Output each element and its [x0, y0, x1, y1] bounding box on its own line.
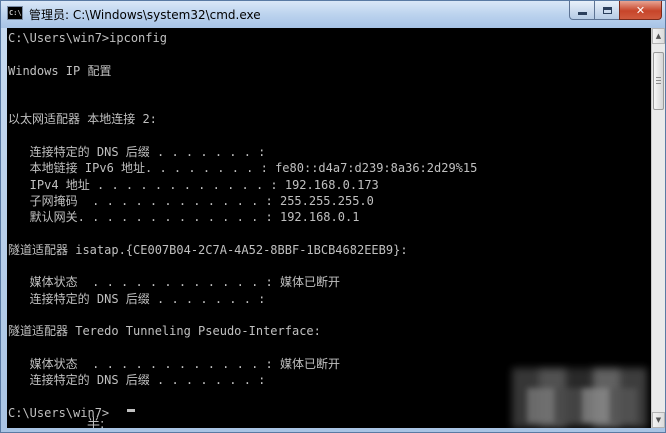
console-line: 媒体状态 . . . . . . . . . . . . : 媒体已断开 — [8, 275, 340, 290]
console-line: 隧道适配器 isatap.{CE007B04-2C7A-4A52-8BBF-1B… — [8, 242, 408, 257]
console-line: 子网掩码 . . . . . . . . . . . . : 255.255.2… — [8, 193, 374, 208]
minimize-button[interactable] — [569, 1, 595, 20]
arrow-up-icon: ▲ — [655, 32, 662, 40]
console-line: IPv4 地址 . . . . . . . . . . . . : 192.16… — [8, 177, 379, 192]
console-line: 媒体状态 . . . . . . . . . . . . : 媒体已断开 — [8, 356, 340, 371]
maximize-button[interactable] — [594, 1, 620, 20]
grip-line — [656, 83, 661, 84]
console-line: 连接特定的 DNS 后缀 . . . . . . . : — [8, 373, 266, 388]
console-line: 隧道适配器 Teredo Tunneling Pseudo-Interface: — [8, 324, 321, 339]
scroll-thumb[interactable] — [653, 52, 664, 110]
console-line: 以太网适配器 本地连接 2: — [8, 112, 157, 127]
cmd-window: C:\ 管理员: C:\Windows\system32\cmd.exe ✕ C… — [0, 0, 666, 433]
console-line: C:\Users\win7>ipconfig — [8, 31, 167, 45]
vertical-scrollbar[interactable]: ▲ ▼ — [651, 28, 665, 428]
console-line: 连接特定的 DNS 后缀 . . . . . . . : — [8, 145, 266, 160]
grip-line — [656, 80, 661, 81]
window-title: 管理员: C:\Windows\system32\cmd.exe — [29, 8, 261, 22]
grip-line — [656, 77, 661, 78]
console-line: 默认网关. . . . . . . . . . . . . : 192.168.… — [8, 210, 360, 225]
close-icon: ✕ — [635, 3, 646, 17]
scroll-up-button[interactable]: ▲ — [652, 28, 665, 44]
title-bar[interactable]: C:\ 管理员: C:\Windows\system32\cmd.exe ✕ — [1, 1, 665, 28]
ime-indicator: 半: — [87, 417, 105, 428]
console-output[interactable]: C:\Users\win7>ipconfig Windows IP 配置以太网适配… — [7, 28, 651, 428]
console-line: C:\Users\win7> — [8, 405, 110, 420]
cmd-icon[interactable]: C:\ — [7, 6, 23, 20]
console-line: Windows IP 配置 — [8, 63, 112, 78]
text-cursor — [127, 409, 135, 412]
console-line: 本地链接 IPv6 地址. . . . . . . . : fe80::d4a7… — [8, 161, 478, 176]
arrow-down-icon: ▼ — [655, 416, 662, 424]
close-button[interactable]: ✕ — [619, 1, 662, 20]
redacted-region-overlay — [527, 388, 637, 423]
console-text: C:\Users\win7>ipconfig Windows IP 配置以太网适配… — [8, 30, 477, 421]
maximize-icon — [602, 6, 612, 14]
console-line: 连接特定的 DNS 后缀 . . . . . . . : — [8, 291, 266, 306]
minimize-icon — [577, 11, 587, 15]
scroll-down-button[interactable]: ▼ — [652, 412, 665, 428]
